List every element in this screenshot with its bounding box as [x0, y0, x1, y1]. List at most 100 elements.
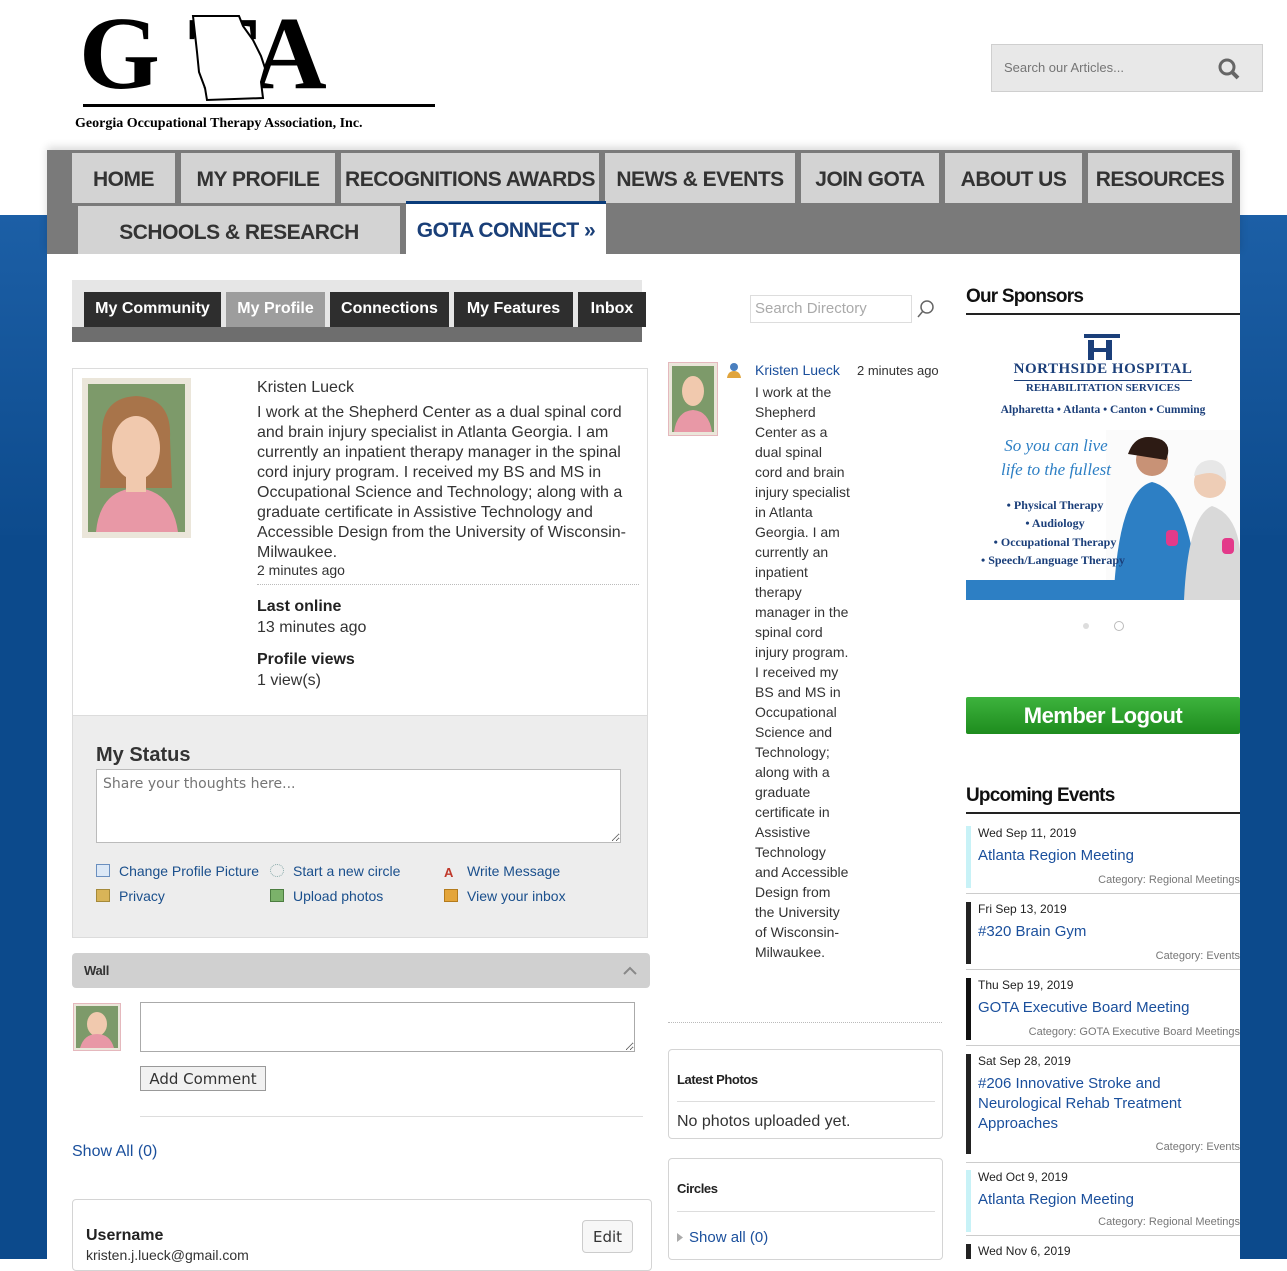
event-date: Wed Sep 11, 2019	[978, 826, 1077, 840]
event-color-bar	[966, 1244, 971, 1259]
sponsor-service-2: • Audiology	[1025, 516, 1085, 530]
tab-inbox[interactable]: Inbox	[578, 292, 646, 327]
event-item[interactable]: Wed Oct 9, 2019 Atlanta Region Meeting C…	[966, 1170, 1240, 1238]
nav-join-gota[interactable]: JOIN GOTA	[801, 153, 939, 203]
event-category: Category: Events	[1155, 1141, 1240, 1153]
upload-photos-label: Upload photos	[293, 888, 384, 904]
event-color-bar	[966, 1170, 971, 1232]
event-title-link[interactable]: #320 Brain Gym	[978, 922, 1228, 942]
member-logout-button[interactable]: Member Logout	[966, 697, 1240, 734]
wall-header[interactable]: Wall	[72, 953, 650, 988]
status-heading: My Status	[96, 744, 191, 766]
activity-author[interactable]: Kristen Lueck	[755, 362, 840, 378]
lock-icon	[96, 889, 110, 902]
profile-avatar[interactable]	[82, 378, 191, 538]
tab-my-profile[interactable]: My Profile	[226, 292, 325, 327]
wall-title: Wall	[84, 963, 110, 978]
article-search-input[interactable]	[1002, 59, 1206, 76]
picture-icon	[96, 864, 110, 877]
username-value: kristen.j.lueck@gmail.com	[86, 1247, 249, 1263]
change-profile-picture-link[interactable]: Change Profile Picture	[96, 863, 259, 879]
profile-photo	[88, 384, 185, 532]
sponsor-slogan-1: So you can live	[1004, 436, 1108, 455]
privacy-link[interactable]: Privacy	[96, 888, 165, 904]
nav-gota-connect[interactable]: GOTA CONNECT »	[406, 201, 606, 254]
logo-rule	[83, 104, 435, 107]
tab-my-features[interactable]: My Features	[454, 292, 573, 327]
nav-home[interactable]: HOME	[72, 153, 175, 203]
nav-my-profile[interactable]: MY PROFILE	[181, 153, 335, 203]
community-toolbar: My Community My Profile Connections My F…	[72, 280, 934, 342]
activity-text: I work at the Shepherd Center as a dual …	[755, 384, 850, 960]
northside-logo-icon	[1084, 334, 1120, 360]
logo-tagline: Georgia Occupational Therapy Association…	[75, 116, 363, 131]
circles-panel: Circles Show all (0)	[668, 1158, 943, 1260]
inbox-icon	[444, 889, 458, 902]
sponsor-name: NORTHSIDE HOSPITAL	[1013, 361, 1193, 377]
nav-resources[interactable]: RESOURCES	[1088, 153, 1232, 203]
view-inbox-link[interactable]: View your inbox	[444, 888, 566, 904]
event-item[interactable]: Thu Sep 19, 2019 GOTA Executive Board Me…	[966, 978, 1240, 1046]
event-separator	[966, 1045, 1240, 1046]
profile-bio-time: 2 minutes ago	[257, 562, 345, 578]
carousel-dot-2[interactable]	[1114, 621, 1124, 631]
event-date: Sat Sep 28, 2019	[978, 1054, 1071, 1068]
write-message-link[interactable]: A Write Message	[444, 863, 560, 879]
upcoming-events-heading: Upcoming Events	[966, 785, 1115, 806]
upload-photos-link[interactable]: Upload photos	[270, 888, 383, 904]
view-inbox-label: View your inbox	[467, 888, 566, 904]
status-input[interactable]	[96, 769, 621, 843]
sponsor-banner[interactable]: NORTHSIDE HOSPITAL REHABILITATION SERVIC…	[966, 330, 1240, 600]
event-title-link[interactable]: Atlanta Region Meeting	[978, 846, 1228, 866]
event-item[interactable]: Wed Nov 6, 2019	[966, 1244, 1240, 1259]
last-online-label: Last online	[257, 598, 342, 615]
toolbar-underline	[72, 327, 642, 342]
nav-news-events[interactable]: NEWS & EVENTS	[605, 153, 795, 203]
nav-recognitions-awards[interactable]: RECOGNITIONS AWARDS	[341, 153, 599, 203]
last-online-value: 13 minutes ago	[257, 619, 367, 636]
directory-search-icon[interactable]	[916, 299, 936, 319]
event-color-bar	[966, 826, 971, 888]
write-message-label: Write Message	[467, 863, 561, 879]
event-title-link[interactable]: Atlanta Region Meeting	[978, 1190, 1228, 1210]
wall-comment-input[interactable]	[140, 1002, 635, 1052]
event-separator	[966, 893, 1240, 894]
nav-about-us[interactable]: ABOUT US	[945, 153, 1082, 203]
sponsor-service-3: • Occupational Therapy	[993, 535, 1117, 549]
gota-logo[interactable]: G TA Georgia Occupational Therapy Associ…	[75, 2, 455, 138]
start-new-circle-link[interactable]: Start a new circle	[270, 863, 400, 879]
tab-connections[interactable]: Connections	[330, 292, 449, 327]
event-item[interactable]: Sat Sep 28, 2019 #206 Innovative Stroke …	[966, 1054, 1240, 1163]
event-color-bar	[966, 902, 971, 964]
sponsor-band	[966, 580, 1140, 600]
carousel-dot-1[interactable]	[1083, 623, 1089, 629]
site-header: G TA Georgia Occupational Therapy Associ…	[0, 0, 1287, 150]
event-separator	[966, 1235, 1240, 1236]
event-title-link[interactable]: GOTA Executive Board Meeting	[978, 998, 1228, 1018]
activity-time: 2 minutes ago	[857, 363, 939, 378]
event-category: Category: Events	[1155, 950, 1240, 962]
event-item[interactable]: Wed Sep 11, 2019 Atlanta Region Meeting …	[966, 826, 1240, 894]
edit-username-button[interactable]: Edit	[582, 1220, 633, 1253]
search-icon[interactable]	[1217, 57, 1241, 81]
main-navigation: HOME MY PROFILE RECOGNITIONS AWARDS NEWS…	[47, 150, 1240, 298]
activity-avatar[interactable]	[668, 362, 718, 436]
directory-search-input[interactable]: Search Directory	[750, 295, 912, 323]
event-title-link[interactable]: #206 Innovative Stroke and Neurological …	[978, 1074, 1228, 1134]
event-item[interactable]: Fri Sep 13, 2019 #320 Brain Gym Category…	[966, 902, 1240, 970]
profile-bio: I work at the Shepherd Center as a dual …	[257, 404, 627, 561]
sponsors-rule	[966, 313, 1240, 315]
event-color-bar	[966, 1054, 971, 1154]
chevron-up-icon[interactable]	[622, 964, 638, 976]
event-date: Thu Sep 19, 2019	[978, 978, 1074, 992]
latest-photos-panel: Latest Photos No photos uploaded yet.	[668, 1049, 943, 1139]
sponsor-photo	[1106, 430, 1240, 600]
circles-show-all-link[interactable]: Show all (0)	[689, 1229, 768, 1246]
tab-my-community[interactable]: My Community	[84, 292, 221, 327]
article-search[interactable]	[991, 44, 1263, 92]
latest-photos-empty: No photos uploaded yet.	[677, 1113, 851, 1130]
wall-show-all-link[interactable]: Show All (0)	[72, 1143, 157, 1161]
nav-schools-research[interactable]: SCHOOLS & RESEARCH PROJECTS	[78, 206, 400, 298]
add-comment-button[interactable]: Add Comment	[140, 1066, 266, 1091]
sponsor-service-1: • Physical Therapy	[1006, 498, 1104, 512]
